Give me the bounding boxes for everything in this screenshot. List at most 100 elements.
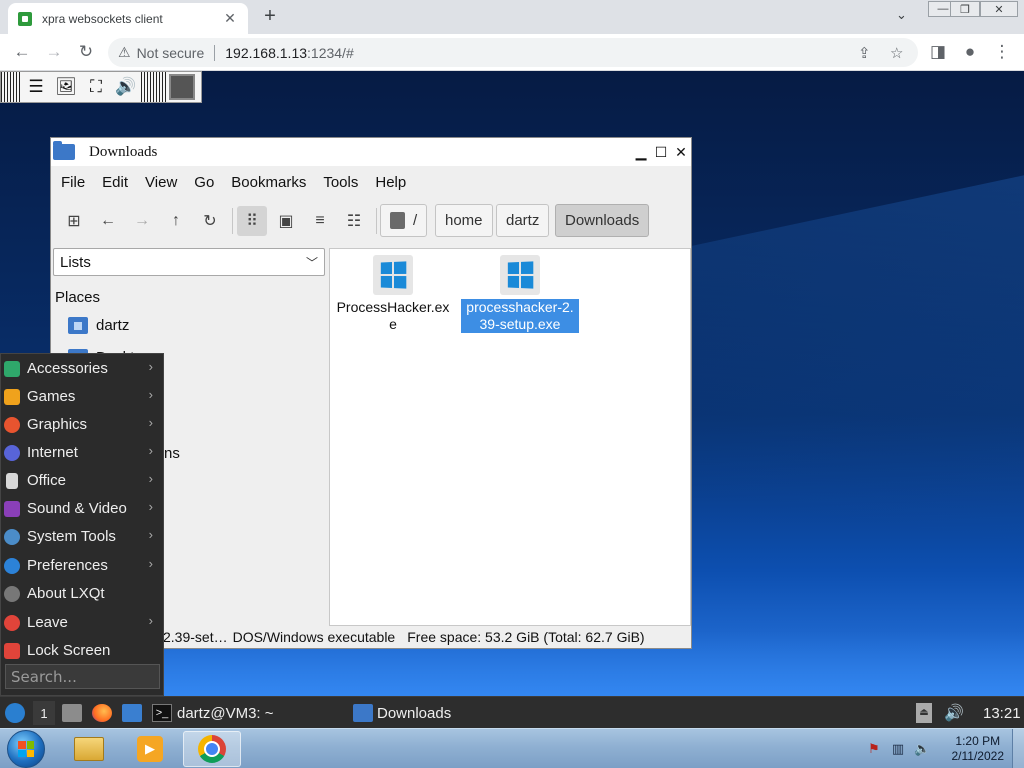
file-item-selected[interactable]: processhacker-2.39-setup.exe	[461, 255, 579, 333]
firefox-launcher[interactable]	[92, 701, 112, 725]
toolbar-separator	[376, 208, 377, 234]
breadcrumb-home[interactable]: home	[435, 204, 493, 237]
share-icon[interactable]: ⇪	[858, 44, 871, 62]
show-desktop-launcher[interactable]	[122, 701, 142, 725]
place-applications-partial[interactable]: ns	[164, 440, 180, 466]
volume-icon[interactable]: 🔈	[914, 741, 930, 757]
address-bar[interactable]: ⚠ Not secure 192.168.1.13:1234/# ⇪ ☆	[108, 38, 918, 67]
browser-tab[interactable]: xpra websockets client ✕	[8, 3, 248, 34]
close-icon[interactable]: ✕	[671, 144, 691, 161]
taskbar-explorer[interactable]	[60, 731, 118, 767]
profile-avatar-icon[interactable]: ●	[958, 41, 982, 63]
menu-item-graphics[interactable]: Graphics ›	[1, 411, 163, 438]
window-titlebar[interactable]: Downloads ▁ ☐ ✕	[51, 138, 691, 166]
menu-item-label: Accessories	[27, 360, 108, 377]
xpra-tray-icon[interactable]	[169, 74, 195, 100]
task-terminal[interactable]: >_ dartz@VM3: ~	[152, 701, 342, 725]
desktop-switcher-1[interactable]: 1	[33, 701, 55, 725]
task-label: Downloads	[377, 704, 452, 722]
taskbar-chrome[interactable]	[183, 731, 241, 767]
icon-view-icon[interactable]: ⠿	[237, 206, 267, 236]
menu-item-label: Office	[27, 472, 66, 489]
menu-item-leave[interactable]: Leave ›	[1, 609, 163, 636]
chevron-right-icon: ›	[148, 471, 153, 486]
action-center-flag-icon[interactable]: ⚑	[866, 741, 882, 757]
side-panel-icon[interactable]: ◨	[926, 41, 950, 63]
menu-item-label: System Tools	[27, 528, 116, 545]
bookmark-star-icon[interactable]: ☆	[890, 44, 903, 62]
menu-bookmarks[interactable]: Bookmarks	[231, 174, 317, 191]
menu-help[interactable]: Help	[375, 174, 417, 191]
thumbnail-view-icon[interactable]: ▣	[271, 206, 301, 236]
menu-go[interactable]: Go	[194, 174, 225, 191]
up-icon[interactable]: ↑	[161, 206, 191, 236]
not-secure-label[interactable]: Not secure	[137, 45, 205, 61]
breadcrumb-dartz[interactable]: dartz	[496, 204, 550, 237]
file-name: processhacker-2.39-setup.exe	[461, 299, 579, 333]
back-arrow-icon[interactable]: ←	[10, 41, 34, 63]
image-icon[interactable]: 🖼	[51, 72, 81, 102]
warning-triangle-icon[interactable]: ⚠	[118, 44, 131, 61]
forward-icon[interactable]: →	[127, 206, 157, 236]
desktop-icon	[122, 704, 142, 722]
file-item[interactable]: ProcessHacker.exe	[334, 255, 452, 333]
status-file-type: DOS/Windows executable	[232, 629, 396, 645]
close-window-button[interactable]: ✕	[980, 1, 1018, 17]
detailed-list-icon[interactable]: ☷	[339, 206, 369, 236]
restore-window-button[interactable]: ❐	[950, 1, 980, 17]
back-icon[interactable]: ←	[93, 206, 123, 236]
show-desktop-button[interactable]	[1012, 729, 1024, 768]
menu-item-about-lxqt[interactable]: About LXQt	[1, 580, 163, 607]
file-manager-launcher[interactable]	[62, 701, 82, 725]
menu-item-office[interactable]: Office ›	[1, 467, 163, 494]
menu-file[interactable]: File	[61, 174, 96, 191]
tray-eject-icon[interactable]: ⏏	[916, 701, 932, 725]
windows-start-orb[interactable]	[7, 730, 45, 768]
new-tab-icon[interactable]: ⊞	[59, 206, 89, 236]
menu-item-internet[interactable]: Internet ›	[1, 439, 163, 466]
menu-kebab-icon[interactable]: ⋮	[990, 41, 1014, 63]
reload-icon[interactable]: ↻	[74, 41, 98, 63]
xpra-drag-handle[interactable]	[1, 72, 21, 102]
menu-item-sound-video[interactable]: Sound & Video ›	[1, 495, 163, 522]
menu-search-input[interactable]: Search...	[5, 664, 160, 689]
breadcrumb-downloads[interactable]: Downloads	[555, 204, 650, 237]
chevron-right-icon: ›	[148, 359, 153, 374]
menu-item-games[interactable]: Games ›	[1, 383, 163, 410]
taskbar-media-player[interactable]: ▶	[121, 731, 179, 767]
graphics-icon	[4, 416, 20, 433]
maximize-icon[interactable]: ☐	[651, 144, 671, 161]
new-tab-button[interactable]: +	[259, 6, 281, 26]
browser-toolbar: ← → ↻ ⚠ Not secure 192.168.1.13:1234/# ⇪…	[0, 34, 1024, 71]
side-pane-mode-select[interactable]: Lists ﹀	[53, 248, 325, 276]
tab-search-chevron-icon[interactable]: ⌄	[896, 7, 907, 23]
lxqt-panel: 1 >_ dartz@VM3: ~ Downloads ⏏ 🔊 13:21	[0, 696, 1024, 728]
menu-item-system-tools[interactable]: System Tools ›	[1, 523, 163, 550]
hamburger-menu-icon[interactable]: ☰	[21, 72, 51, 102]
breadcrumb-root[interactable]: /	[380, 204, 428, 237]
status-free-space: Free space: 53.2 GiB (Total: 62.7 GiB)	[407, 629, 645, 645]
xpra-drag-handle-right[interactable]	[141, 72, 167, 102]
reload-icon[interactable]: ↻	[195, 206, 225, 236]
menu-tools[interactable]: Tools	[323, 174, 369, 191]
task-downloads[interactable]: Downloads	[353, 701, 553, 725]
lxqt-main-menu-button[interactable]	[5, 701, 25, 725]
windows-clock[interactable]: 1:20 PM 2/11/2022	[952, 734, 1005, 764]
menu-item-accessories[interactable]: Accessories ›	[1, 355, 163, 382]
fullscreen-icon[interactable]: ⛶	[81, 72, 111, 102]
tab-close-icon[interactable]: ✕	[222, 10, 238, 27]
panel-clock[interactable]: 13:21	[983, 701, 1021, 725]
url-text[interactable]: 192.168.1.13:1234/#	[225, 45, 353, 61]
compact-view-icon[interactable]: ≡	[305, 206, 335, 236]
speaker-icon[interactable]: 🔊	[111, 72, 141, 102]
menu-edit[interactable]: Edit	[102, 174, 139, 191]
forward-arrow-icon[interactable]: →	[42, 41, 66, 63]
menu-item-lock-screen[interactable]: Lock Screen	[1, 637, 163, 664]
place-dartz[interactable]: dartz	[68, 312, 129, 338]
menu-item-preferences[interactable]: Preferences ›	[1, 552, 163, 579]
menu-view[interactable]: View	[145, 174, 188, 191]
terminal-icon: >_	[152, 704, 172, 722]
network-icon[interactable]: ▥	[890, 741, 906, 757]
minimize-icon[interactable]: ▁	[631, 144, 651, 161]
tray-volume-icon[interactable]: 🔊	[944, 701, 964, 725]
